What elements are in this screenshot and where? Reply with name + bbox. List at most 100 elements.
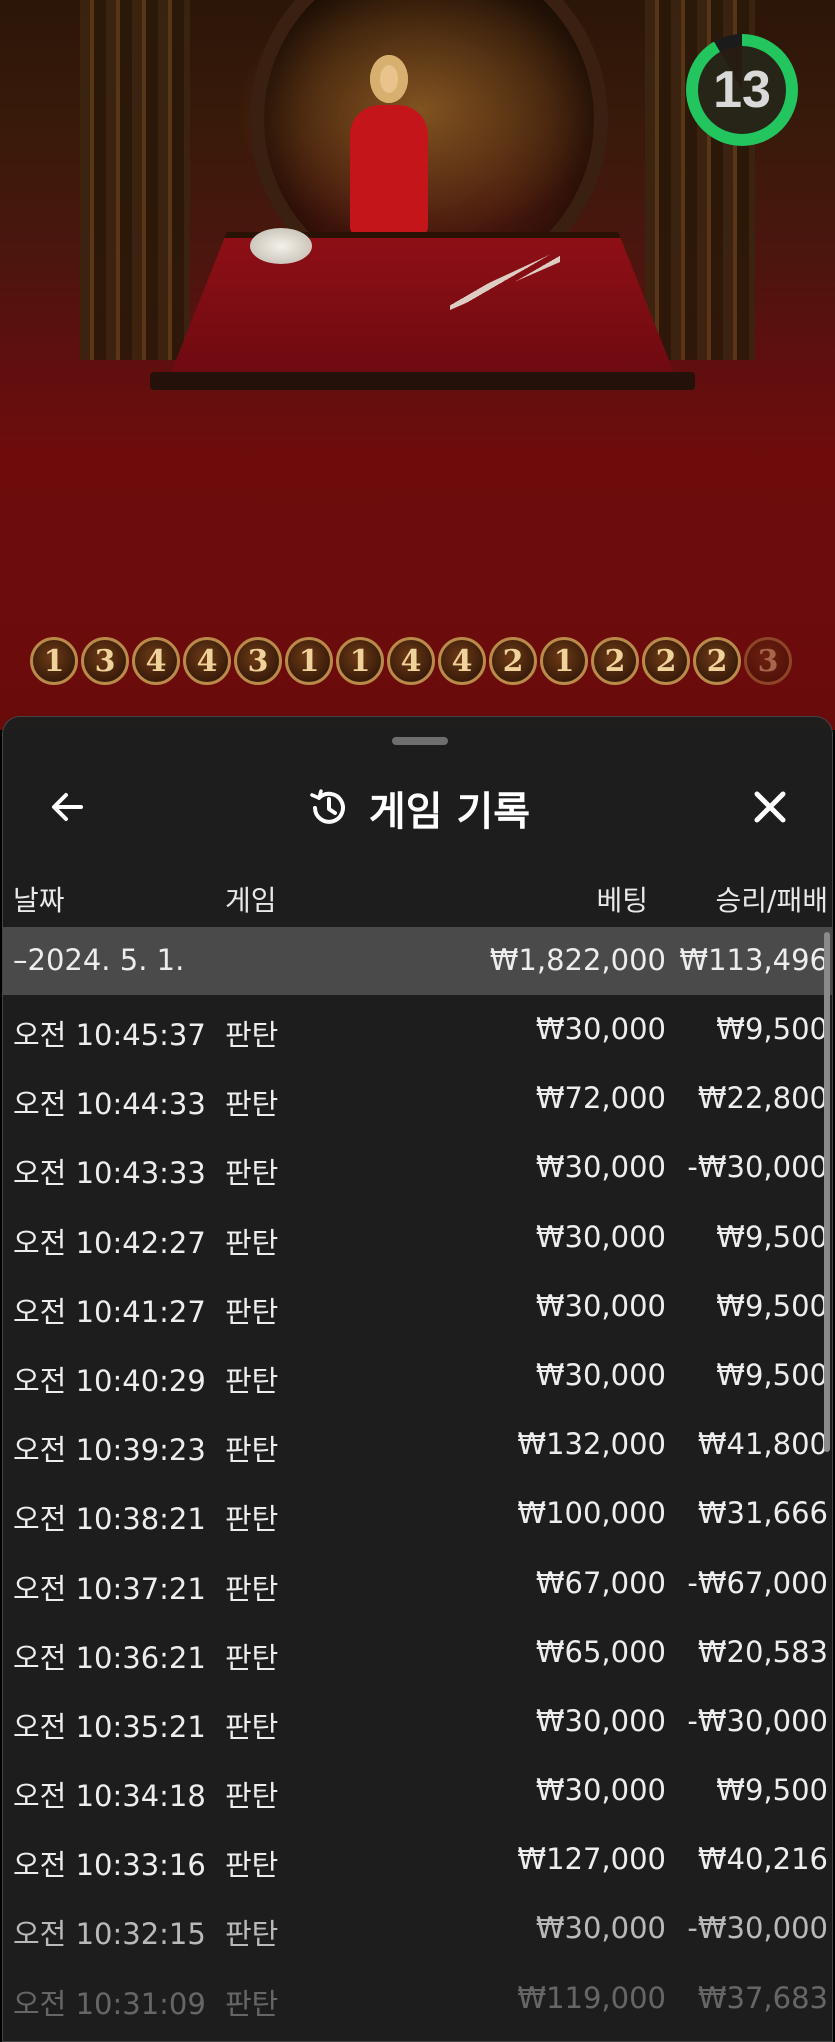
column-header-game[interactable]: 게임 (225, 879, 277, 919)
row-time: 오전 10:33:16 (13, 1848, 206, 1883)
row-bet: ₩30,000 (535, 1357, 666, 1392)
roadmap-result-chip: 1 (540, 637, 588, 685)
row-time: 오전 10:35:21 (13, 1709, 206, 1744)
row-time: 오전 10:40:29 (13, 1363, 206, 1398)
column-header-result[interactable]: 승리/패배 (716, 879, 828, 919)
row-game: 판탄 (225, 1848, 279, 1883)
history-row[interactable]: 오전 10:41:27 판탄 ₩30,000 ₩9,500 (3, 1273, 832, 1342)
row-bet: ₩72,000 (535, 1081, 666, 1116)
roadmap-result-chip: 2 (693, 637, 741, 685)
history-row[interactable]: 오전 10:44:33 판탄 ₩72,000 ₩22,800 (3, 1065, 832, 1134)
row-time: 오전 10:31:09 (13, 1986, 206, 2021)
row-game: 판탄 (225, 1709, 279, 1744)
date-summary-row[interactable]: –2024. 5. 1. ₩1,822,000 ₩113,496 (3, 927, 832, 995)
history-row[interactable]: 오전 10:36:21 판탄 ₩65,000 ₩20,583 (3, 1619, 832, 1688)
row-result: ₩9,500 (716, 1219, 828, 1254)
timer-value: 13 (698, 46, 786, 134)
roadmap-result-chip: 4 (387, 637, 435, 685)
row-bet: ₩127,000 (517, 1842, 666, 1877)
row-time: 오전 10:41:27 (13, 1294, 206, 1329)
row-result: ₩20,583 (697, 1634, 828, 1669)
row-result: ₩9,500 (716, 1288, 828, 1323)
panel-header: 게임 기록 (3, 757, 832, 857)
roadmap-result-chip: 1 (285, 637, 333, 685)
countdown-timer: 13 (686, 34, 798, 146)
row-result: -₩30,000 (687, 1911, 828, 1946)
row-bet: ₩132,000 (517, 1427, 666, 1462)
row-game: 판탄 (225, 1087, 279, 1122)
row-time: 오전 10:34:18 (13, 1779, 206, 1814)
row-result: ₩9,500 (716, 1773, 828, 1808)
summary-bet-total: ₩1,822,000 (489, 943, 666, 977)
close-icon (754, 791, 786, 823)
row-result: -₩30,000 (687, 1150, 828, 1185)
row-time: 오전 10:42:27 (13, 1225, 206, 1260)
history-row[interactable]: 오전 10:31:09 판탄 ₩119,000 ₩37,683 (3, 1965, 832, 2034)
row-bet: ₩119,000 (517, 1980, 666, 2015)
row-game: 판탄 (225, 1502, 279, 1537)
history-list[interactable]: –2024. 5. 1. ₩1,822,000 ₩113,496 오전 10:4… (3, 927, 832, 2034)
history-row[interactable]: 오전 10:43:33 판탄 ₩30,000 -₩30,000 (3, 1134, 832, 1203)
roadmap-result-chip: 1 (336, 637, 384, 685)
drag-handle[interactable] (392, 737, 448, 745)
game-history-panel: 게임 기록 날짜 게임 베팅 승리/패배 –2024. 5. 1. ₩1,822… (2, 716, 833, 2042)
row-bet: ₩30,000 (535, 1219, 666, 1254)
lattice-screen-left (80, 0, 190, 360)
roadmap-result-chip: 4 (183, 637, 231, 685)
summary-date: –2024. 5. 1. (13, 943, 185, 977)
row-bet: ₩30,000 (535, 1703, 666, 1738)
history-row[interactable]: 오전 10:35:21 판탄 ₩30,000 -₩30,000 (3, 1688, 832, 1757)
scrollbar[interactable] (824, 932, 830, 1452)
history-row[interactable]: 오전 10:45:37 판탄 ₩30,000 ₩9,500 (3, 996, 832, 1065)
history-row[interactable]: 오전 10:32:15 판탄 ₩30,000 -₩30,000 (3, 1895, 832, 1964)
row-bet: ₩65,000 (535, 1634, 666, 1669)
row-bet: ₩30,000 (535, 1012, 666, 1046)
column-header-bet[interactable]: 베팅 (596, 879, 648, 919)
row-result: ₩41,800 (697, 1427, 828, 1462)
row-time: 오전 10:32:15 (13, 1917, 206, 1952)
history-row[interactable]: 오전 10:39:23 판탄 ₩132,000 ₩41,800 (3, 1411, 832, 1480)
history-row[interactable]: 오전 10:37:21 판탄 ₩67,000 -₩67,000 (3, 1550, 832, 1619)
row-bet: ₩30,000 (535, 1911, 666, 1946)
column-header-date[interactable]: 날짜 (13, 879, 65, 919)
game-table (165, 232, 680, 388)
roadmap-result-chip: 1 (30, 637, 78, 685)
close-button[interactable] (744, 781, 796, 833)
history-row[interactable]: 오전 10:34:18 판탄 ₩30,000 ₩9,500 (3, 1757, 832, 1826)
row-game: 판탄 (225, 1779, 279, 1814)
roadmap-result-chip: 3 (81, 637, 129, 685)
live-video-stream: 13 134431144212223 (0, 0, 835, 730)
history-row[interactable]: 오전 10:42:27 판탄 ₩30,000 ₩9,500 (3, 1204, 832, 1273)
row-game: 판탄 (225, 1640, 279, 1675)
row-bet: ₩30,000 (535, 1288, 666, 1323)
column-headers: 날짜 게임 베팅 승리/패배 (3, 867, 832, 927)
row-bet: ₩100,000 (517, 1496, 666, 1531)
history-clock-icon (310, 789, 345, 824)
row-result: ₩37,683 (697, 1980, 828, 2015)
row-game: 판탄 (225, 1571, 279, 1606)
row-game: 판탄 (225, 1018, 279, 1052)
dealer (340, 55, 435, 240)
row-bet: ₩30,000 (535, 1773, 666, 1808)
row-game: 판탄 (225, 1363, 279, 1398)
row-game: 판탄 (225, 1294, 279, 1329)
history-row[interactable]: 오전 10:38:21 판탄 ₩100,000 ₩31,666 (3, 1480, 832, 1549)
row-result: ₩40,216 (697, 1842, 828, 1877)
row-result: -₩67,000 (687, 1565, 828, 1600)
row-bet: ₩67,000 (535, 1565, 666, 1600)
row-time: 오전 10:45:37 (13, 1018, 206, 1052)
roadmap-result-chip: 4 (438, 637, 486, 685)
table-rim (150, 372, 695, 390)
history-row[interactable]: 오전 10:33:16 판탄 ₩127,000 ₩40,216 (3, 1826, 832, 1895)
bead-bowl (250, 228, 312, 264)
panel-title-group: 게임 기록 (3, 779, 832, 837)
result-roadmap: 134431144212223 (30, 637, 795, 685)
roadmap-result-chip: 4 (132, 637, 180, 685)
row-result: ₩9,500 (716, 1012, 828, 1046)
roadmap-result-chip: 2 (489, 637, 537, 685)
summary-result-total: ₩113,496 (679, 943, 828, 977)
row-result: ₩9,500 (716, 1357, 828, 1392)
row-result: ₩22,800 (697, 1081, 828, 1116)
roadmap-result-chip: 3 (744, 637, 792, 685)
history-row[interactable]: 오전 10:40:29 판탄 ₩30,000 ₩9,500 (3, 1342, 832, 1411)
